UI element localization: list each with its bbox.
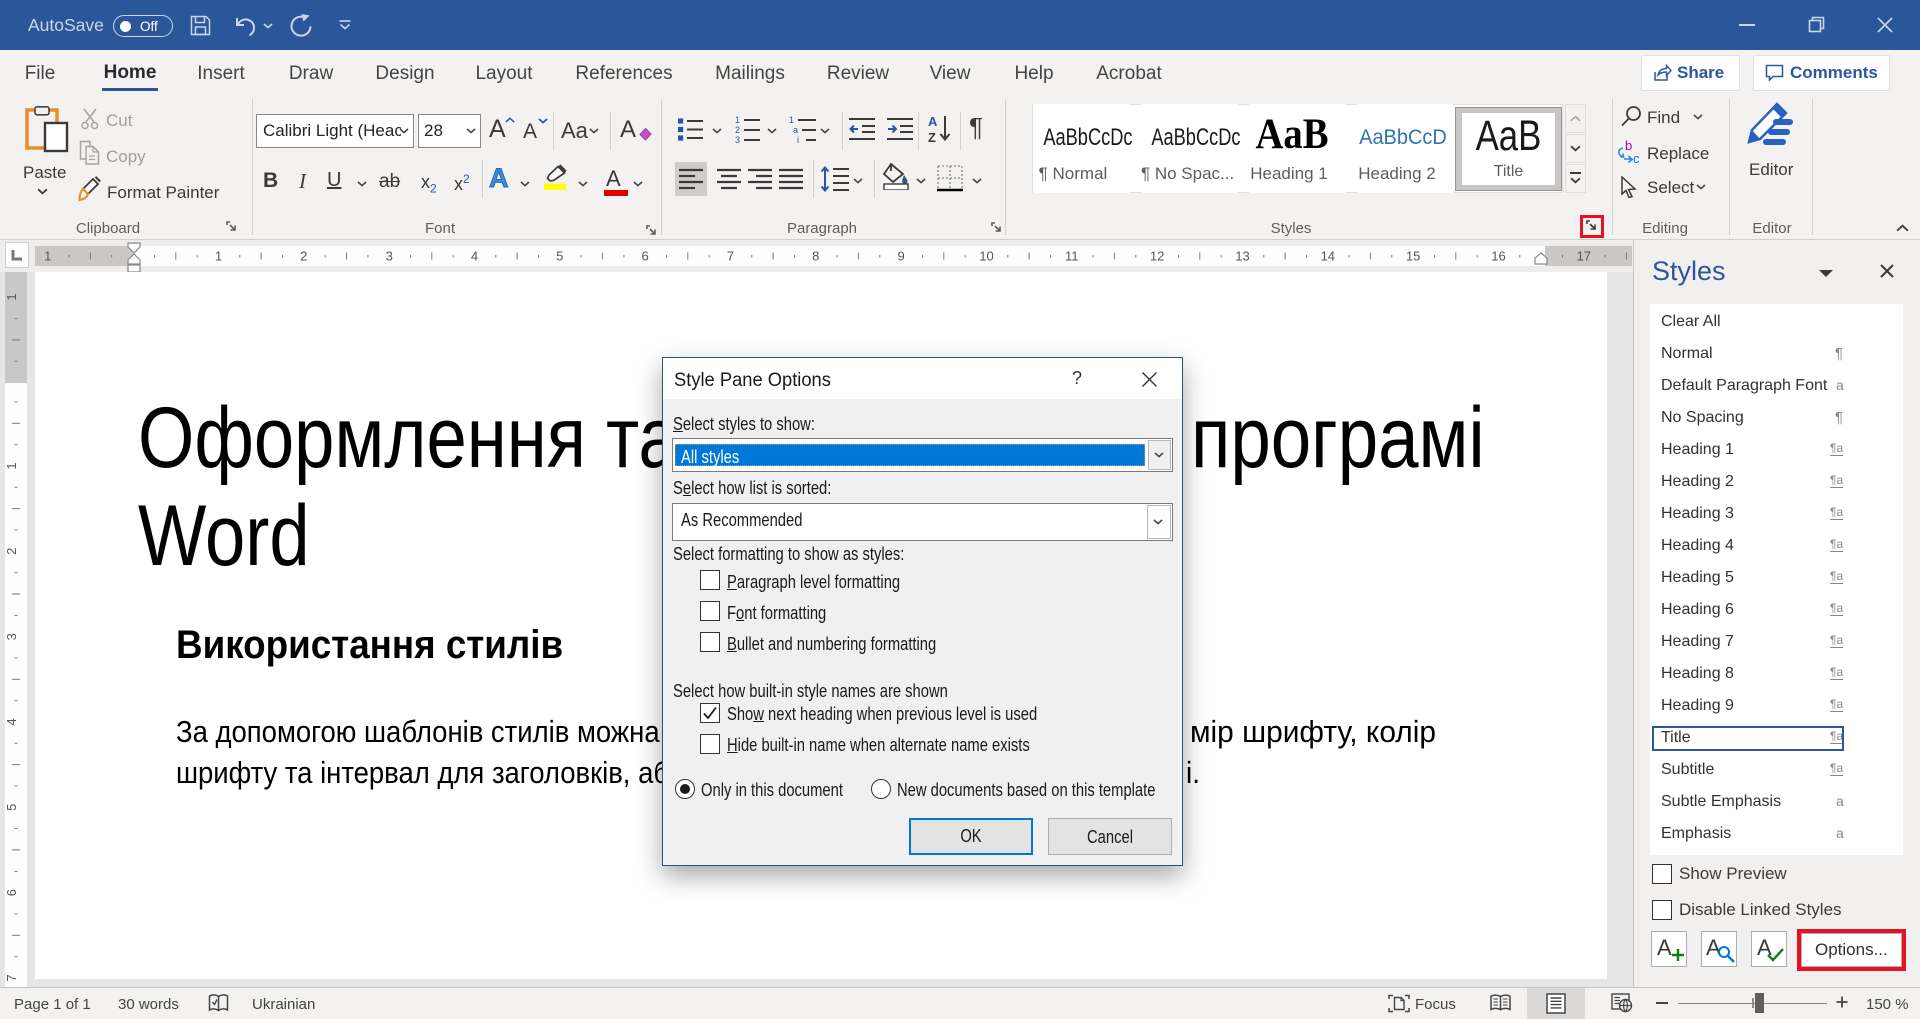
- svg-text:7: 7: [5, 974, 19, 981]
- svg-text:12: 12: [1150, 249, 1164, 264]
- svg-text:1: 1: [5, 462, 19, 469]
- svg-text:3: 3: [735, 135, 740, 144]
- svg-text:1: 1: [215, 249, 222, 264]
- svg-text:16: 16: [1491, 249, 1505, 264]
- svg-text:13: 13: [1235, 249, 1249, 264]
- svg-text:2: 2: [300, 249, 307, 264]
- svg-text:4: 4: [5, 718, 19, 725]
- svg-text:3: 3: [5, 633, 19, 640]
- svg-text:6: 6: [5, 889, 19, 896]
- svg-text:1: 1: [5, 293, 19, 300]
- svg-text:10: 10: [979, 249, 993, 264]
- svg-text:a: a: [793, 125, 798, 135]
- svg-text:Z: Z: [928, 130, 936, 144]
- svg-text:15: 15: [1406, 249, 1420, 264]
- svg-text:2: 2: [735, 125, 740, 135]
- svg-text:5: 5: [556, 249, 563, 264]
- svg-text:11: 11: [1065, 249, 1079, 264]
- svg-text:1: 1: [44, 249, 51, 264]
- svg-text:A: A: [928, 114, 938, 129]
- svg-text:2: 2: [5, 548, 19, 555]
- svg-text:9: 9: [897, 249, 904, 264]
- svg-text:3: 3: [386, 249, 393, 264]
- svg-text:1: 1: [789, 115, 794, 125]
- svg-text:7: 7: [727, 249, 734, 264]
- svg-text:8: 8: [812, 249, 819, 264]
- svg-text:17: 17: [1577, 249, 1591, 264]
- svg-text:5: 5: [5, 804, 19, 811]
- svg-text:b: b: [1625, 139, 1632, 153]
- svg-text:c: c: [1633, 151, 1640, 166]
- svg-text:4: 4: [471, 249, 478, 264]
- svg-text:6: 6: [641, 249, 648, 264]
- svg-text:14: 14: [1321, 249, 1335, 264]
- svg-text:i: i: [797, 135, 799, 144]
- svg-text:1: 1: [735, 115, 740, 125]
